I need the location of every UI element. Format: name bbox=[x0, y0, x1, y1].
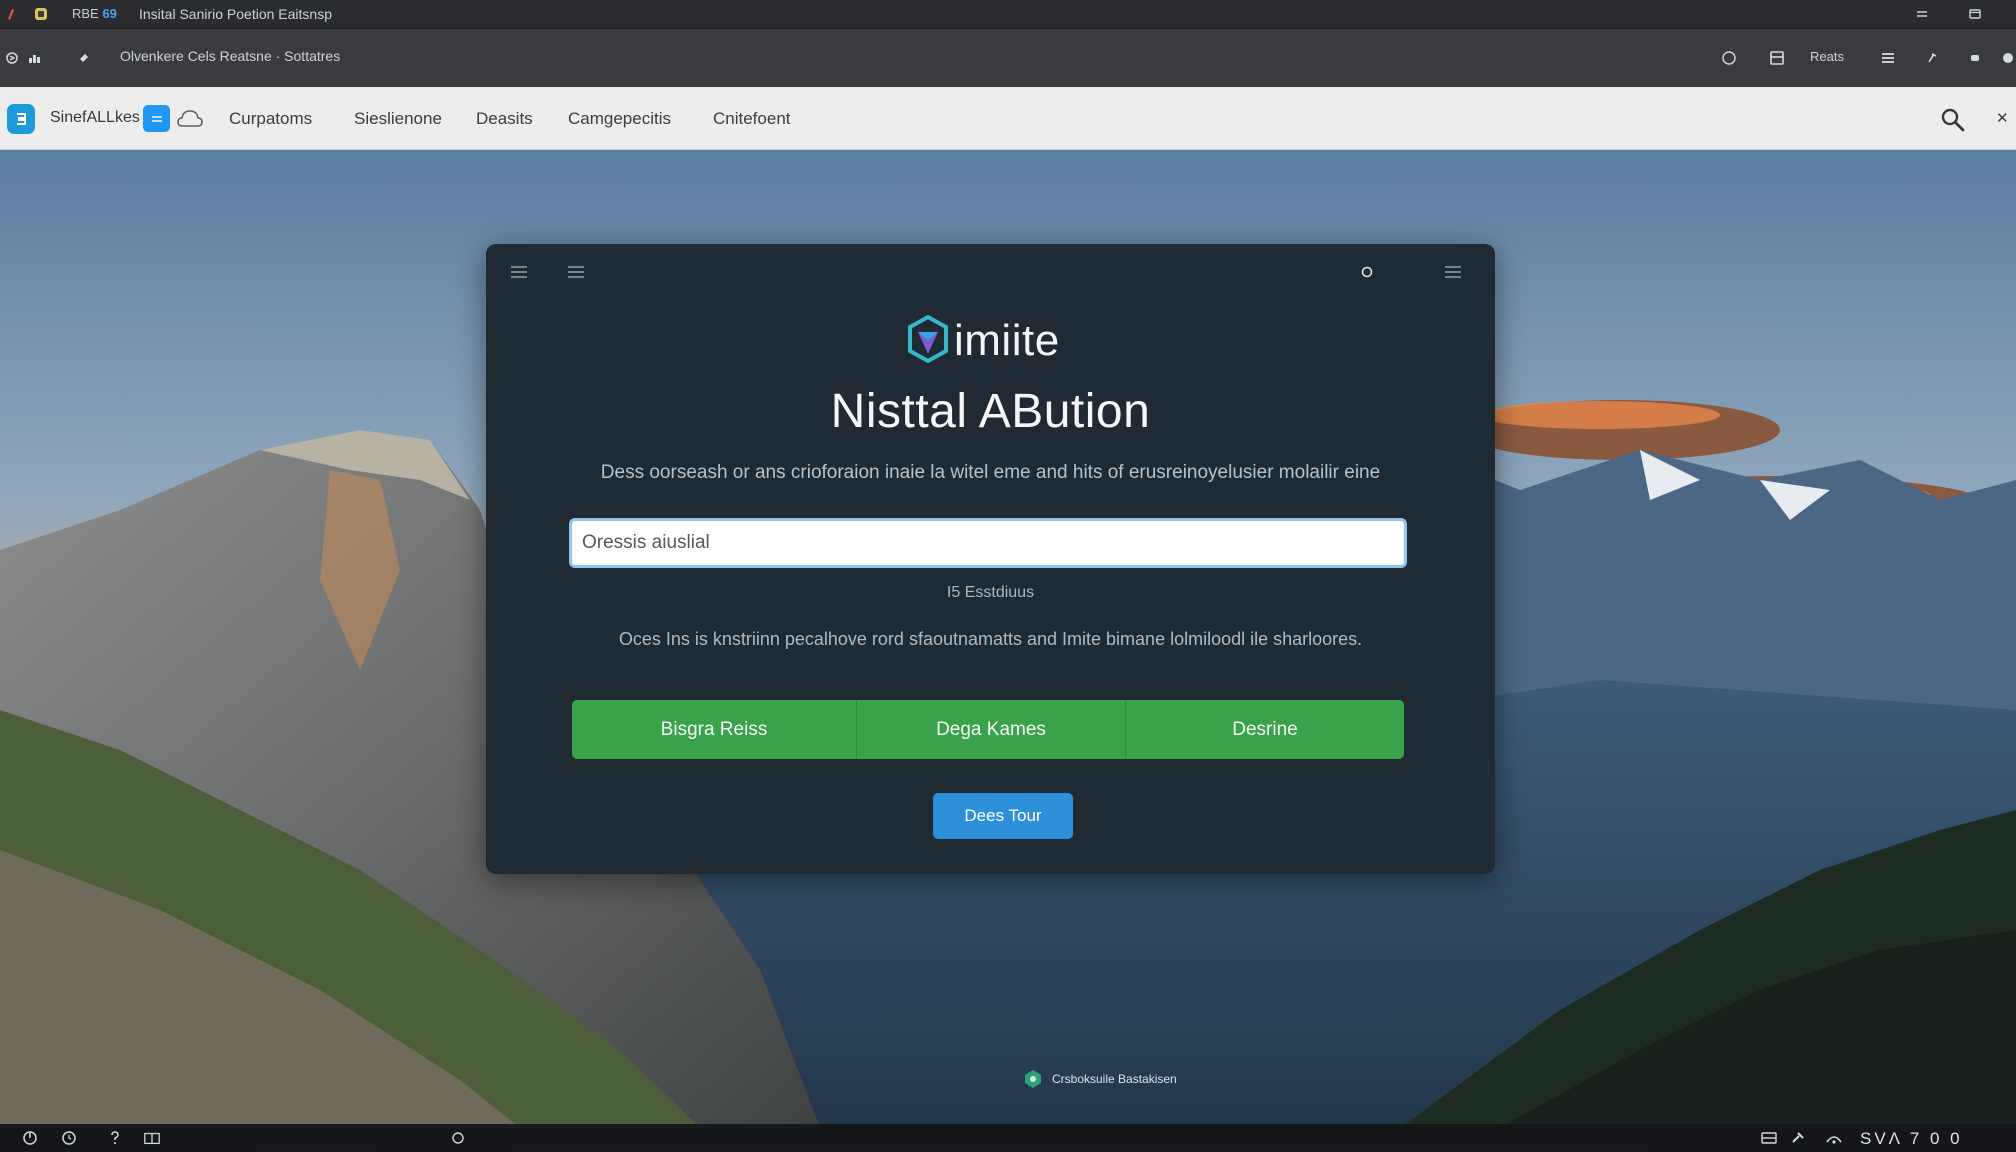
hexagon-logo-icon bbox=[906, 314, 950, 369]
menu-icon[interactable] bbox=[1878, 48, 1898, 68]
install-path-input[interactable] bbox=[569, 518, 1407, 568]
home-circle-icon[interactable] bbox=[449, 1129, 467, 1147]
nav-link-3[interactable]: Deasits bbox=[476, 109, 533, 129]
address-bar[interactable]: Olvenkere Cels Reatsne · Sottatres bbox=[120, 48, 340, 64]
dialog-description-secondary: Oces Ins is knstriinn pecalhove rord sfa… bbox=[618, 629, 1363, 649]
credit-text: Crsboksuile Bastakisen bbox=[1052, 1072, 1177, 1086]
window-titlebar: RBE 69 Insital Sanirio Poetion Eaitsnsp bbox=[0, 0, 2016, 29]
nav-link-2[interactable]: Sieslienone bbox=[354, 109, 442, 129]
info-circle-icon[interactable] bbox=[1356, 262, 1378, 282]
photo-credit: Crsboksuile Bastakisen bbox=[1022, 1068, 1177, 1090]
profile-icon[interactable] bbox=[1998, 48, 2016, 68]
input-hint: I5 Esstdiuus bbox=[946, 584, 1035, 601]
power-icon[interactable] bbox=[21, 1129, 39, 1147]
dialog-title: Nisttal ABution bbox=[830, 385, 1151, 438]
chart-icon[interactable] bbox=[25, 48, 45, 68]
site-logo-icon[interactable] bbox=[7, 104, 35, 134]
window-title: Insital Sanirio Poetion Eaitsnsp bbox=[139, 6, 332, 22]
nav-link-5[interactable]: Cnitefoent bbox=[713, 109, 791, 129]
blue-square-icon[interactable] bbox=[143, 105, 170, 132]
taskbar: SVΛ 7 0 0 bbox=[0, 1124, 2016, 1152]
site-navbar: SinefALLkes Curpatoms Sieslienone Deasit… bbox=[0, 87, 2016, 150]
primary-button[interactable]: Dees Tour bbox=[933, 793, 1073, 839]
system-tray-text: SVΛ 7 0 0 bbox=[1860, 1129, 1963, 1148]
site-brand[interactable]: SinefALLkes bbox=[50, 109, 140, 127]
tab-view-icon[interactable] bbox=[1767, 48, 1787, 68]
option-button-group: Bisgra Reiss Dega Kames Desrine bbox=[572, 700, 1404, 759]
close-icon[interactable]: ✕ bbox=[1996, 109, 2009, 127]
app-tag-prefix: RBE bbox=[72, 6, 99, 21]
book-icon[interactable] bbox=[143, 1129, 161, 1147]
search-icon[interactable] bbox=[1940, 107, 1966, 133]
credit-logo-icon bbox=[1022, 1068, 1044, 1090]
browser-app-icon[interactable] bbox=[34, 7, 48, 21]
restore-icon[interactable] bbox=[1964, 4, 1986, 24]
pin-icon[interactable] bbox=[1922, 48, 1942, 68]
option-button-3[interactable]: Desrine bbox=[1126, 700, 1404, 759]
back-icon[interactable] bbox=[2, 48, 22, 68]
dialog-brand: imiite bbox=[906, 313, 1060, 369]
nav-link-4[interactable]: Camgepecitis bbox=[568, 109, 671, 129]
tools-icon[interactable] bbox=[1789, 1129, 1807, 1147]
extension-icon[interactable] bbox=[1965, 48, 1985, 68]
install-dialog: imiite Nisttal ABution Dess oorseash or … bbox=[486, 244, 1495, 874]
circle-icon[interactable] bbox=[1719, 48, 1739, 68]
clock-icon[interactable] bbox=[60, 1129, 78, 1147]
help-icon[interactable] bbox=[106, 1129, 124, 1147]
app-tag-number: 69 bbox=[102, 6, 117, 21]
dialog-description: Dess oorseash or ans crioforaion inaie l… bbox=[600, 462, 1381, 483]
toolbar-label[interactable]: Reats bbox=[1810, 49, 1844, 64]
cloud-icon[interactable] bbox=[176, 106, 204, 132]
option-button-2[interactable]: Dega Kames bbox=[857, 700, 1126, 759]
app-tag: RBE 69 bbox=[72, 6, 117, 21]
network-icon[interactable] bbox=[1825, 1129, 1843, 1147]
storage-icon[interactable] bbox=[1760, 1129, 1778, 1147]
options-icon[interactable] bbox=[1442, 262, 1464, 282]
brand-name: imiite bbox=[954, 316, 1060, 365]
browser-toolbar: Olvenkere Cels Reatsne · Sottatres Reats bbox=[0, 29, 2016, 87]
list-icon[interactable] bbox=[565, 262, 587, 282]
menu-icon[interactable] bbox=[508, 262, 530, 282]
nav-link-1[interactable]: Curpatoms bbox=[229, 109, 312, 129]
option-button-1[interactable]: Bisgra Reiss bbox=[572, 700, 857, 759]
app-menu-icon[interactable] bbox=[4, 7, 18, 21]
minimize-icon[interactable] bbox=[1911, 4, 1933, 24]
reload-icon[interactable] bbox=[74, 48, 94, 68]
